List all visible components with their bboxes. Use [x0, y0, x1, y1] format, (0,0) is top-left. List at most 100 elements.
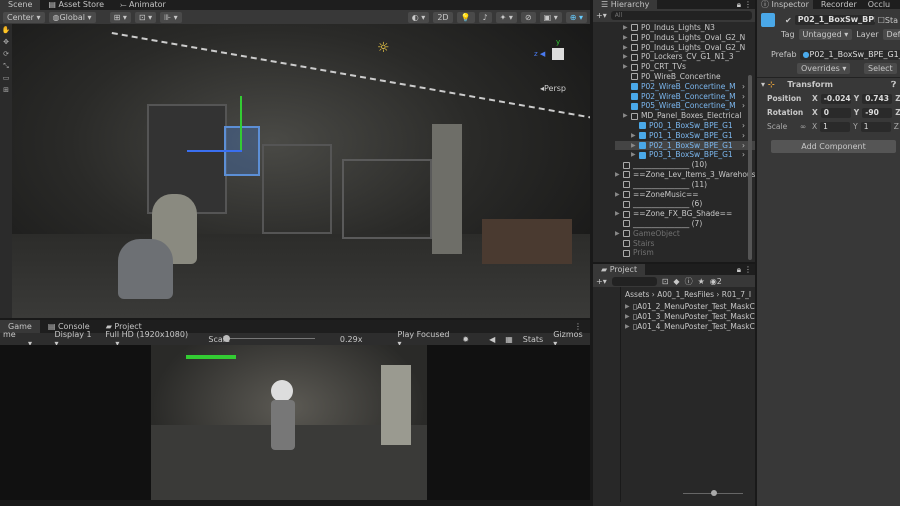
- tab-project[interactable]: ▰ Project: [593, 264, 646, 275]
- scale-slider[interactable]: [223, 335, 315, 342]
- active-checkbox[interactable]: ✔: [785, 16, 792, 25]
- info-icon[interactable]: ⓘ: [685, 276, 693, 287]
- link-icon[interactable]: ∞: [800, 121, 809, 133]
- transform-header[interactable]: ▾ ⊹ Transform ❓︎: [757, 77, 900, 90]
- more-menu-icon[interactable]: ⋮: [741, 265, 755, 274]
- expand-arrow-icon[interactable]: ▶: [623, 23, 631, 33]
- stats-icon[interactable]: ▦: [505, 335, 513, 344]
- scale-y-input[interactable]: 1: [860, 122, 891, 132]
- label-icon[interactable]: ◆: [673, 277, 679, 286]
- audio-icon[interactable]: ♪: [478, 11, 492, 23]
- hidden-count-badge[interactable]: ◉2: [710, 277, 722, 286]
- hierarchy-item[interactable]: P02_WireB_Concertine_M ›: [615, 92, 755, 102]
- pivot-dropdown[interactable]: Center ▾: [3, 11, 45, 23]
- hierarchy-item[interactable]: ▶ P01_1_BoxSw_BPE_G1 ›: [615, 131, 755, 141]
- tab-asset-store[interactable]: ▤ Asset Store: [40, 0, 112, 10]
- tab-recorder[interactable]: Recorder: [813, 0, 865, 10]
- lighting-icon[interactable]: 💡: [456, 11, 475, 23]
- hierarchy-item[interactable]: ▶ ==Zone_Lev_Items_3_Warehouse: [615, 170, 755, 180]
- snap-increment-icon[interactable]: ⊡ ▾: [134, 11, 157, 23]
- hierarchy-item[interactable]: Stairs: [615, 239, 755, 249]
- breadcrumb-item[interactable]: A00_1_ResFiles: [657, 290, 714, 299]
- hierarchy-item[interactable]: ▶ P0_Indus_Lights_Oval_G2_N: [615, 43, 755, 53]
- expand-arrow-icon[interactable]: ▶: [615, 170, 623, 180]
- orientation-gizmo[interactable]: y z ◀: [532, 36, 582, 86]
- position-y-input[interactable]: 0.743: [862, 94, 893, 104]
- mute-icon[interactable]: ◀: [489, 335, 495, 344]
- rotation-x-input[interactable]: 0: [820, 108, 851, 118]
- hierarchy-item[interactable]: ▶ P02_1_BoxSw_BPE_G1 ›: [615, 140, 755, 151]
- expand-arrow-icon[interactable]: ▶: [631, 150, 639, 160]
- asset-item[interactable]: ▶ ▯ A01_4_MenuPoster_Test_MaskC: [625, 322, 755, 332]
- folder-tree[interactable]: [593, 287, 621, 502]
- hierarchy-item[interactable]: P0_WireB_Concertine: [615, 72, 755, 82]
- hierarchy-item[interactable]: P05_WireB_Concertine_M ›: [615, 101, 755, 111]
- expand-arrow-icon[interactable]: ▶: [623, 52, 631, 62]
- tab-scene[interactable]: Scene: [0, 0, 41, 10]
- expand-arrow-icon[interactable]: ▶: [631, 141, 639, 151]
- project-search-input[interactable]: [611, 276, 657, 286]
- expand-arrow-icon[interactable]: ▶: [631, 131, 639, 141]
- toggle-2d-button[interactable]: 2D: [433, 11, 453, 23]
- tab-animator[interactable]: ⤚ Animator: [112, 0, 174, 10]
- scale-slider-handle[interactable]: [223, 335, 230, 342]
- hierarchy-item[interactable]: ▶ P0_Indus_Lights_N3: [615, 23, 755, 33]
- hierarchy-item[interactable]: P00_1_BoxSw_BPE_G1 ›: [615, 121, 755, 131]
- camera-icon[interactable]: ▣ ▾: [539, 11, 562, 23]
- hierarchy-item[interactable]: ▶ P0_CRT_TVs: [615, 62, 755, 72]
- space-dropdown[interactable]: ◍Global ▾: [48, 11, 96, 23]
- favorite-icon[interactable]: ★: [698, 277, 705, 286]
- draw-mode-icon[interactable]: ◐ ▾: [407, 11, 430, 23]
- ruler-icon[interactable]: ⊪ ▾: [160, 11, 182, 23]
- hierarchy-item[interactable]: ▶ ==Zone_FX_BG_Shade==: [615, 209, 755, 219]
- breadcrumb-item[interactable]: Assets: [625, 290, 649, 299]
- projection-label[interactable]: ◂Persp: [540, 84, 566, 93]
- hidden-objects-icon[interactable]: ⊘: [520, 11, 536, 23]
- static-checkbox[interactable]: ☐Sta: [878, 16, 898, 25]
- asset-item[interactable]: ▶ ▯ A01_2_MenuPoster_Test_MaskC: [625, 302, 755, 312]
- add-icon[interactable]: +▾: [596, 277, 607, 286]
- hierarchy-item[interactable]: ▶ P03_1_BoxSw_BPE_G1 ›: [615, 150, 755, 160]
- select-button[interactable]: Select: [864, 63, 897, 74]
- expand-arrow-icon[interactable]: ▶: [623, 43, 631, 53]
- effects-icon[interactable]: ✦ ▾: [495, 11, 517, 23]
- add-icon[interactable]: +▾: [596, 11, 607, 20]
- tab-occlusion[interactable]: Occlu: [865, 0, 893, 10]
- search-by-type-icon[interactable]: ⊡: [662, 277, 669, 286]
- help-icon[interactable]: ❓︎: [891, 78, 896, 91]
- game-render[interactable]: [151, 345, 427, 500]
- gizmos-icon[interactable]: ⊕ ▾: [565, 11, 587, 23]
- expand-arrow-icon[interactable]: ▶: [623, 62, 631, 72]
- hierarchy-item[interactable]: Prism: [615, 248, 755, 258]
- tag-dropdown[interactable]: Untagged ▾: [798, 29, 853, 40]
- bug-icon[interactable]: ✹: [462, 335, 469, 344]
- position-x-input[interactable]: -0.024: [820, 94, 851, 104]
- grid-snap-icon[interactable]: ⊞ ▾: [109, 11, 131, 23]
- breadcrumb-item[interactable]: R01_7_I: [722, 290, 751, 299]
- hierarchy-item[interactable]: _______________ (7): [615, 219, 755, 229]
- hierarchy-item[interactable]: ▶ GameObject: [615, 229, 755, 239]
- asset-item[interactable]: ▶ ▯ A01_3_MenuPoster_Test_MaskC: [625, 312, 755, 322]
- gizmo-x-axis[interactable]: [187, 150, 242, 152]
- prefab-field[interactable]: ●P02_1_BoxSw_BPE_G1_N2_: [799, 50, 900, 60]
- expand-arrow-icon[interactable]: ▶: [615, 190, 623, 200]
- stats-button[interactable]: Stats: [523, 335, 543, 344]
- hierarchy-item[interactable]: _______________ (10): [615, 160, 755, 170]
- hierarchy-item[interactable]: _______________ (6): [615, 199, 755, 209]
- hierarchy-search-input[interactable]: [610, 11, 752, 20]
- hierarchy-item[interactable]: P02_WireB_Concertine_M ›: [615, 82, 755, 92]
- hierarchy-item[interactable]: ▶ ==ZoneMusic==: [615, 190, 755, 200]
- expand-arrow-icon[interactable]: ▶: [615, 209, 623, 219]
- hierarchy-scrollbar[interactable]: [748, 75, 752, 260]
- slider-handle[interactable]: [711, 490, 717, 496]
- expand-arrow-icon[interactable]: ▶: [615, 229, 623, 239]
- tab-inspector[interactable]: ⓘ Inspector: [757, 0, 813, 9]
- layer-dropdown[interactable]: Defau: [882, 29, 900, 40]
- hierarchy-item[interactable]: _______________ (11): [615, 180, 755, 190]
- scale-x-input[interactable]: 1: [820, 122, 851, 132]
- scene-viewport[interactable]: ☼ y z ◀ ◂Persp: [12, 24, 590, 318]
- icon-size-slider[interactable]: [683, 490, 743, 496]
- rotation-y-input[interactable]: -90: [862, 108, 893, 118]
- expand-arrow-icon[interactable]: ▶: [623, 33, 631, 43]
- more-menu-icon[interactable]: ⋮: [741, 0, 755, 9]
